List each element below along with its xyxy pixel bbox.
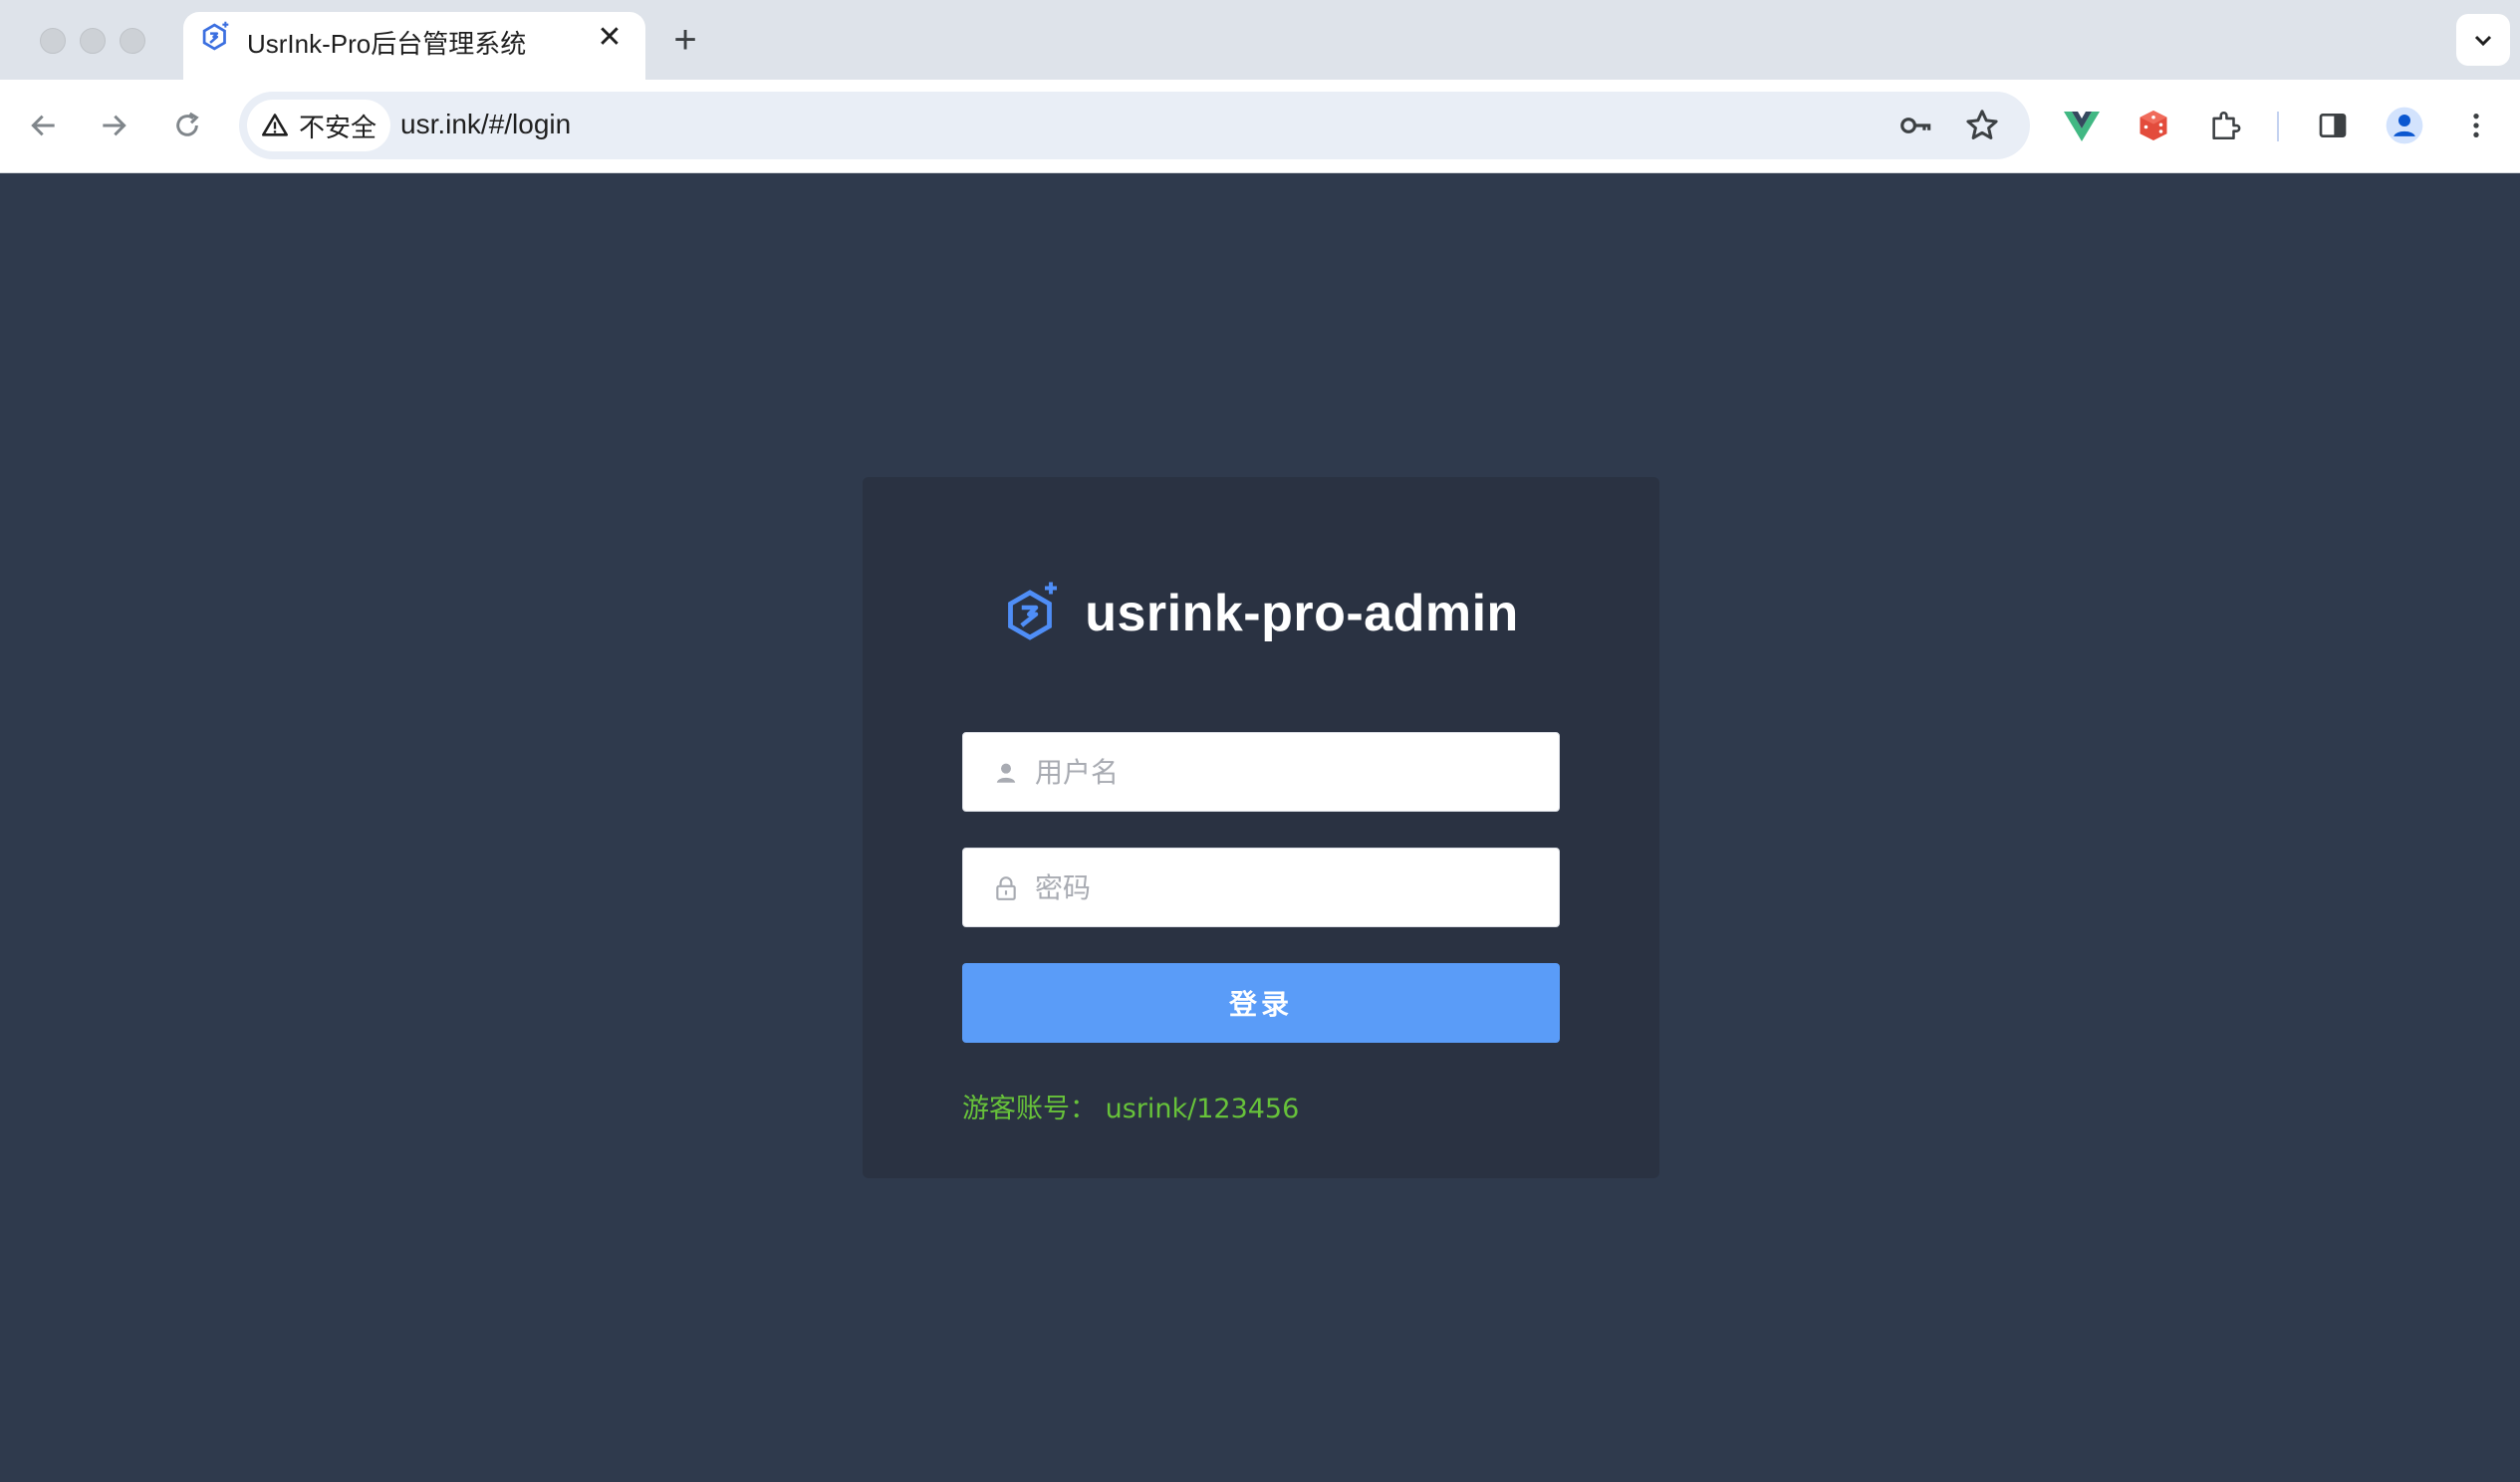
reload-button[interactable] xyxy=(163,102,211,149)
back-button[interactable] xyxy=(20,102,68,149)
window-zoom-dot[interactable] xyxy=(120,28,145,54)
chevron-down-icon xyxy=(2474,35,2492,47)
close-icon[interactable]: ✕ xyxy=(594,22,626,54)
username-input[interactable] xyxy=(1035,733,1543,811)
tab-title: UsrInk-Pro后台管理系统 xyxy=(247,29,527,59)
forward-icon xyxy=(103,115,126,136)
url-text[interactable]: usr.ink/#/login xyxy=(400,109,571,140)
brand-title: usrink-pro-admin xyxy=(1085,585,1519,642)
vue-devtools-extension[interactable] xyxy=(2058,102,2106,149)
dice-extension-icon xyxy=(2140,111,2167,140)
browser-tab-strip: UsrInk-Pro后台管理系统 ✕ + xyxy=(0,0,2520,80)
password-input[interactable] xyxy=(1035,849,1543,926)
profile-icon xyxy=(2386,107,2423,144)
password-field[interactable] xyxy=(962,848,1560,927)
side-panel-button[interactable] xyxy=(2309,102,2357,149)
usrink-logo-icon xyxy=(202,21,229,51)
window-minimize-dot[interactable] xyxy=(80,28,106,54)
new-tab-button[interactable]: + xyxy=(665,20,705,60)
address-bar[interactable]: 不安全 usr.ink/#/login xyxy=(239,92,2030,159)
window-close-dot[interactable] xyxy=(40,28,66,54)
toolbar-separator xyxy=(2277,112,2279,141)
extensions-puzzle-icon xyxy=(2212,112,2241,140)
reload-icon xyxy=(176,112,199,136)
forward-button[interactable] xyxy=(90,102,137,149)
extensions-button[interactable] xyxy=(2201,102,2249,149)
user-icon xyxy=(996,763,1016,783)
warning-triangle-icon xyxy=(262,114,288,136)
bookmark-button[interactable] xyxy=(1962,106,2002,145)
browser-tab-active[interactable]: UsrInk-Pro后台管理系统 ✕ xyxy=(183,12,645,80)
password-key-button[interactable] xyxy=(1896,106,1936,145)
security-label: 不安全 xyxy=(299,112,378,142)
menu-more-icon xyxy=(2473,114,2479,137)
profile-button[interactable] xyxy=(2381,102,2428,149)
guest-account-hint: 游客账号： usrink/123456 xyxy=(962,1094,1300,1124)
side-panel-icon xyxy=(2319,114,2347,137)
lock-icon xyxy=(996,876,1016,900)
login-page: usrink-pro-admin 登录 游客账号： usrink/123456 xyxy=(0,174,2520,1482)
dice-extension[interactable] xyxy=(2130,102,2177,149)
password-key-icon xyxy=(1900,118,1931,133)
login-button[interactable]: 登录 xyxy=(962,963,1560,1043)
brand-header: usrink-pro-admin xyxy=(863,579,1659,648)
vue-devtools-icon xyxy=(2064,112,2100,141)
usrink-logo-icon xyxy=(1008,582,1058,640)
login-card: usrink-pro-admin 登录 游客账号： usrink/123456 xyxy=(863,477,1659,1178)
bookmark-star-icon xyxy=(1966,110,1998,139)
username-field[interactable] xyxy=(962,732,1560,812)
back-icon xyxy=(31,115,55,136)
tab-search-button[interactable] xyxy=(2456,14,2510,66)
security-chip[interactable]: 不安全 xyxy=(247,100,391,151)
browser-toolbar: 不安全 usr.ink/#/login xyxy=(0,80,2520,173)
browser-menu-button[interactable] xyxy=(2452,102,2500,149)
